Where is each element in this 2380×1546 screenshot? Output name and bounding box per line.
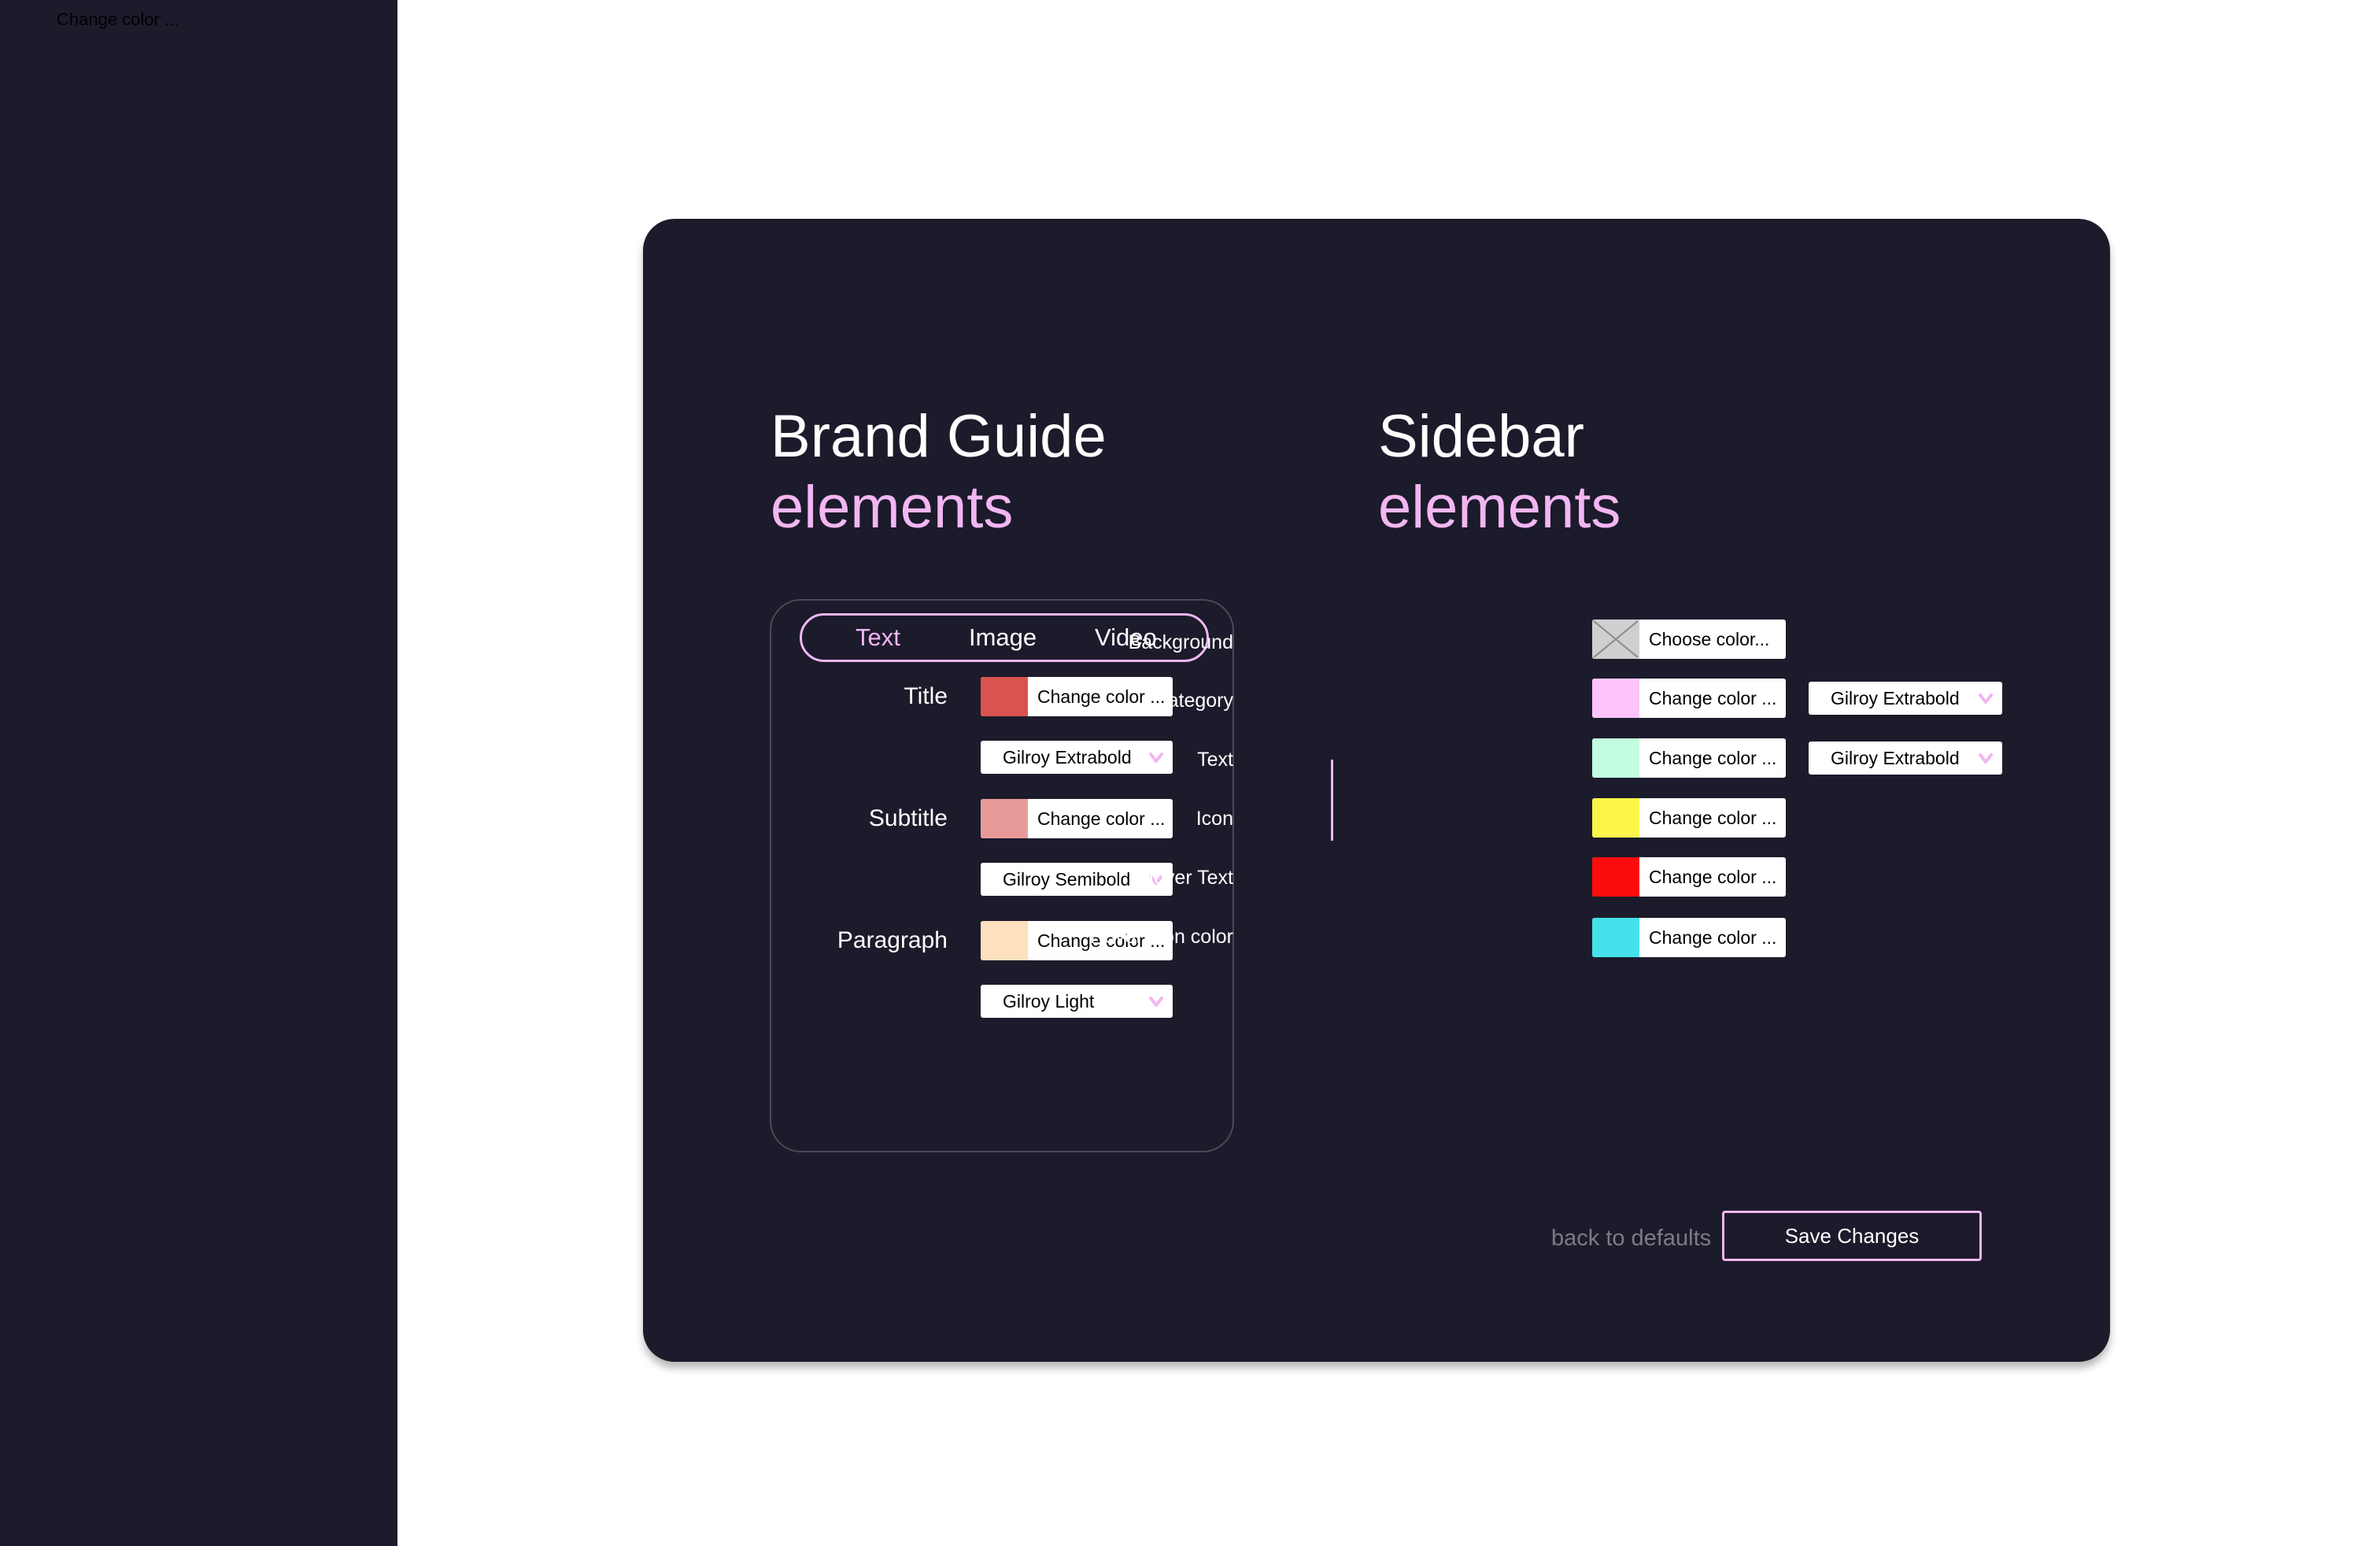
text-label: Text — [1197, 749, 1233, 771]
chevron-down-icon — [1149, 997, 1163, 1007]
hover-text-label: Hover Text — [1139, 867, 1233, 889]
back-to-defaults-link[interactable]: back to defaults — [1551, 1219, 1711, 1258]
empty-image-icon — [1592, 620, 1639, 659]
text-font-value: Gilroy Extrabold — [1831, 747, 1960, 768]
hover-text-color-swatch — [1592, 857, 1639, 897]
title-label: Title — [904, 683, 948, 709]
icon-label: Icon — [1196, 808, 1233, 830]
hover-icon-color-button-label: Change color ... — [1649, 926, 1777, 948]
background-color-button[interactable]: Choose color... — [1592, 620, 1786, 659]
sidebar-title: Sidebar — [1378, 403, 1584, 470]
hover-icon-color-swatch — [1592, 918, 1639, 957]
text-font-dropdown[interactable]: Gilroy Extrabold — [1809, 742, 2002, 775]
paragraph-label: Paragraph — [837, 927, 948, 953]
section-divider — [1331, 760, 1333, 841]
left-sidebar — [0, 0, 397, 1546]
tab-text[interactable]: Text — [856, 616, 900, 660]
text-color-swatch — [1592, 738, 1639, 778]
subtitle-label: Subtitle — [868, 805, 948, 831]
category-color-swatch — [1592, 679, 1639, 718]
category-color-button[interactable]: Change color ... — [1592, 679, 1786, 718]
hover-icon-color-label: Hover Icon color — [1089, 926, 1233, 948]
category-font-dropdown[interactable]: Gilroy Extrabold — [1809, 682, 2002, 715]
settings-panel: Brand Guide elements Sidebar elements Te… — [643, 219, 2110, 1362]
category-font-value: Gilroy Extrabold — [1831, 687, 1960, 708]
corner-label: Change color ... — [57, 9, 179, 29]
hover-icon-color-button[interactable]: Change color ... — [1592, 918, 1786, 957]
text-color-button[interactable]: Change color ... — [1592, 738, 1786, 778]
icon-color-button-label: Change color ... — [1649, 807, 1777, 828]
icon-color-button[interactable]: Change color ... — [1592, 798, 1786, 838]
chevron-down-icon — [1979, 753, 1993, 764]
background-color-button-label: Choose color... — [1649, 628, 1770, 649]
category-label: Category — [1153, 690, 1233, 712]
paragraph-font-dropdown[interactable]: Gilroy Light — [981, 985, 1173, 1018]
hover-text-color-button[interactable]: Change color ... — [1592, 857, 1786, 897]
save-changes-button[interactable]: Save Changes — [1722, 1211, 1982, 1261]
category-color-button-label: Change color ... — [1649, 687, 1777, 708]
sidebar-heading: Sidebar elements — [1378, 401, 1621, 543]
text-color-button-label: Change color ... — [1649, 747, 1777, 768]
brand-guide-title: Brand Guide — [771, 403, 1107, 470]
icon-color-swatch — [1592, 798, 1639, 838]
sidebar-subtitle: elements — [1378, 474, 1621, 541]
background-label: Background — [1128, 631, 1233, 653]
brand-guide-subtitle: elements — [771, 474, 1014, 541]
hover-text-color-button-label: Change color ... — [1649, 866, 1777, 887]
paragraph-font-value: Gilroy Light — [1003, 990, 1095, 1012]
chevron-down-icon — [1979, 693, 1993, 704]
brand-guide-heading: Brand Guide elements — [771, 401, 1107, 543]
